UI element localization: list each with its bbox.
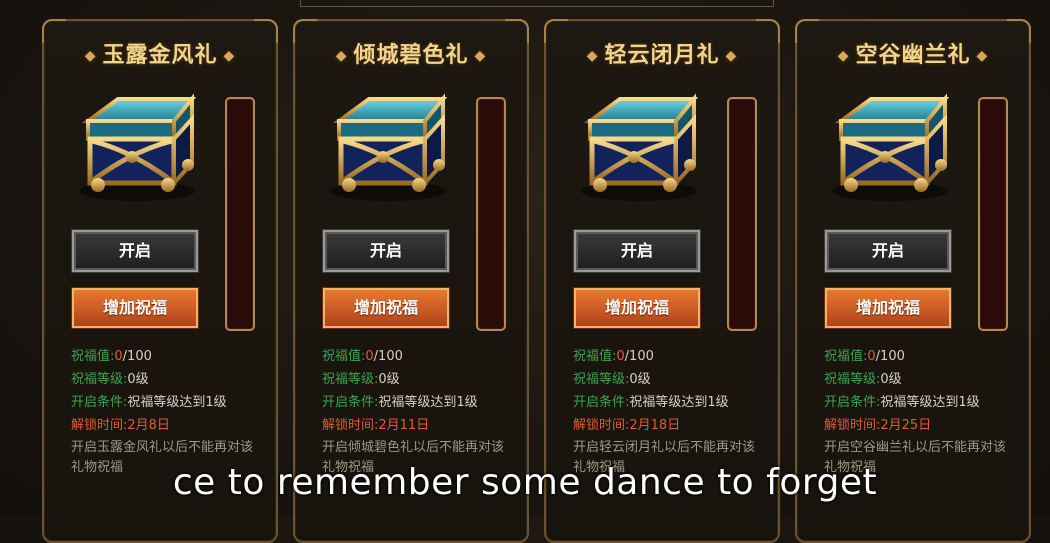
gift-title: ◆ 玉露金风礼 ◆ xyxy=(44,37,276,69)
unlock-time: 2月8日 xyxy=(127,418,170,433)
bless-level-row: 祝福等级:0级 xyxy=(824,368,902,391)
unlock-time-row: 解锁时间:2月18日 xyxy=(573,414,680,437)
diamond-dot-icon: ◆ xyxy=(335,48,348,64)
bless-level: 0级 xyxy=(629,372,651,387)
diamond-dot-icon: ◆ xyxy=(586,48,599,64)
bless-level-label: 祝福等级: xyxy=(824,372,881,387)
bless-value: 0 xyxy=(867,349,876,364)
gift-title: ◆ 倾城碧色礼 ◆ xyxy=(295,37,527,69)
diamond-dot-icon: ◆ xyxy=(474,48,487,64)
bless-value-row: 祝福值:0/100 xyxy=(71,345,152,368)
open-button[interactable]: 开启 xyxy=(322,229,450,273)
bless-level-row: 祝福等级:0级 xyxy=(71,368,149,391)
bless-max: /100 xyxy=(875,349,905,364)
unlock-time-label: 解锁时间: xyxy=(71,418,128,433)
bless-max: /100 xyxy=(122,349,152,364)
video-subtitle-secondary xyxy=(0,506,1050,516)
add-blessing-button[interactable]: 增加祝福 xyxy=(71,287,199,329)
open-condition-label: 开启条件: xyxy=(71,395,128,410)
bless-value-label: 祝福值: xyxy=(824,349,868,364)
bless-value: 0 xyxy=(114,349,123,364)
gift-title-text: 空谷幽兰礼 xyxy=(855,43,971,68)
open-condition-row: 开启条件:祝福等级达到1级 xyxy=(824,391,980,414)
diamond-dot-icon: ◆ xyxy=(725,48,738,64)
bless-level-label: 祝福等级: xyxy=(322,372,379,387)
bless-level-row: 祝福等级:0级 xyxy=(322,368,400,391)
open-condition: 祝福等级达到1级 xyxy=(378,395,478,410)
gift-title: ◆ 轻云闭月礼 ◆ xyxy=(546,37,778,69)
unlock-time-label: 解锁时间: xyxy=(322,418,379,433)
bless-level-row: 祝福等级:0级 xyxy=(573,368,651,391)
bless-value-label: 祝福值: xyxy=(573,349,617,364)
bless-value-row: 祝福值:0/100 xyxy=(322,345,403,368)
video-subtitle: ce to remember some dance to forget xyxy=(172,462,878,503)
bless-level-label: 祝福等级: xyxy=(573,372,630,387)
treasure-chest-icon[interactable] xyxy=(827,91,953,203)
diamond-dot-icon: ◆ xyxy=(84,48,97,64)
open-button[interactable]: 开启 xyxy=(573,229,701,273)
gift-title-text: 玉露金风礼 xyxy=(102,43,218,68)
treasure-chest-icon[interactable] xyxy=(74,91,200,203)
bless-value-row: 祝福值:0/100 xyxy=(824,345,905,368)
add-blessing-button[interactable]: 增加祝福 xyxy=(322,287,450,329)
gift-title-text: 倾城碧色礼 xyxy=(353,43,469,68)
bless-level: 0级 xyxy=(127,372,149,387)
open-condition-row: 开启条件:祝福等级达到1级 xyxy=(71,391,227,414)
open-condition-label: 开启条件: xyxy=(824,395,881,410)
open-condition-label: 开启条件: xyxy=(322,395,379,410)
bless-progress-bar xyxy=(476,97,506,331)
open-condition-row: 开启条件:祝福等级达到1级 xyxy=(573,391,729,414)
diamond-dot-icon: ◆ xyxy=(223,48,236,64)
bless-value-label: 祝福值: xyxy=(322,349,366,364)
bless-max: /100 xyxy=(624,349,654,364)
open-button[interactable]: 开启 xyxy=(824,229,952,273)
bless-value-label: 祝福值: xyxy=(71,349,115,364)
treasure-chest-icon[interactable] xyxy=(325,91,451,203)
gift-title: ◆ 空谷幽兰礼 ◆ xyxy=(797,37,1029,69)
bless-progress-bar xyxy=(225,97,255,331)
unlock-time-label: 解锁时间: xyxy=(573,418,630,433)
open-condition: 祝福等级达到1级 xyxy=(629,395,729,410)
bless-progress-bar xyxy=(727,97,757,331)
open-button[interactable]: 开启 xyxy=(71,229,199,273)
bless-value: 0 xyxy=(365,349,374,364)
unlock-time: 2月25日 xyxy=(880,418,932,433)
open-condition: 祝福等级达到1级 xyxy=(127,395,227,410)
top-panel-edge xyxy=(300,0,774,7)
unlock-time-label: 解锁时间: xyxy=(824,418,881,433)
diamond-dot-icon: ◆ xyxy=(837,48,850,64)
bless-level-label: 祝福等级: xyxy=(71,372,128,387)
bless-level: 0级 xyxy=(378,372,400,387)
unlock-time: 2月18日 xyxy=(629,418,681,433)
open-condition-row: 开启条件:祝福等级达到1级 xyxy=(322,391,478,414)
treasure-chest-icon[interactable] xyxy=(576,91,702,203)
add-blessing-button[interactable]: 增加祝福 xyxy=(573,287,701,329)
unlock-time-row: 解锁时间:2月11日 xyxy=(322,414,429,437)
open-condition: 祝福等级达到1级 xyxy=(880,395,980,410)
bless-value: 0 xyxy=(616,349,625,364)
unlock-time-row: 解锁时间:2月8日 xyxy=(71,414,170,437)
bless-value-row: 祝福值:0/100 xyxy=(573,345,654,368)
bless-progress-bar xyxy=(978,97,1008,331)
bless-level: 0级 xyxy=(880,372,902,387)
unlock-time-row: 解锁时间:2月25日 xyxy=(824,414,931,437)
gift-title-text: 轻云闭月礼 xyxy=(604,43,720,68)
bless-max: /100 xyxy=(373,349,403,364)
open-condition-label: 开启条件: xyxy=(573,395,630,410)
add-blessing-button[interactable]: 增加祝福 xyxy=(824,287,952,329)
diamond-dot-icon: ◆ xyxy=(976,48,989,64)
unlock-time: 2月11日 xyxy=(378,418,430,433)
